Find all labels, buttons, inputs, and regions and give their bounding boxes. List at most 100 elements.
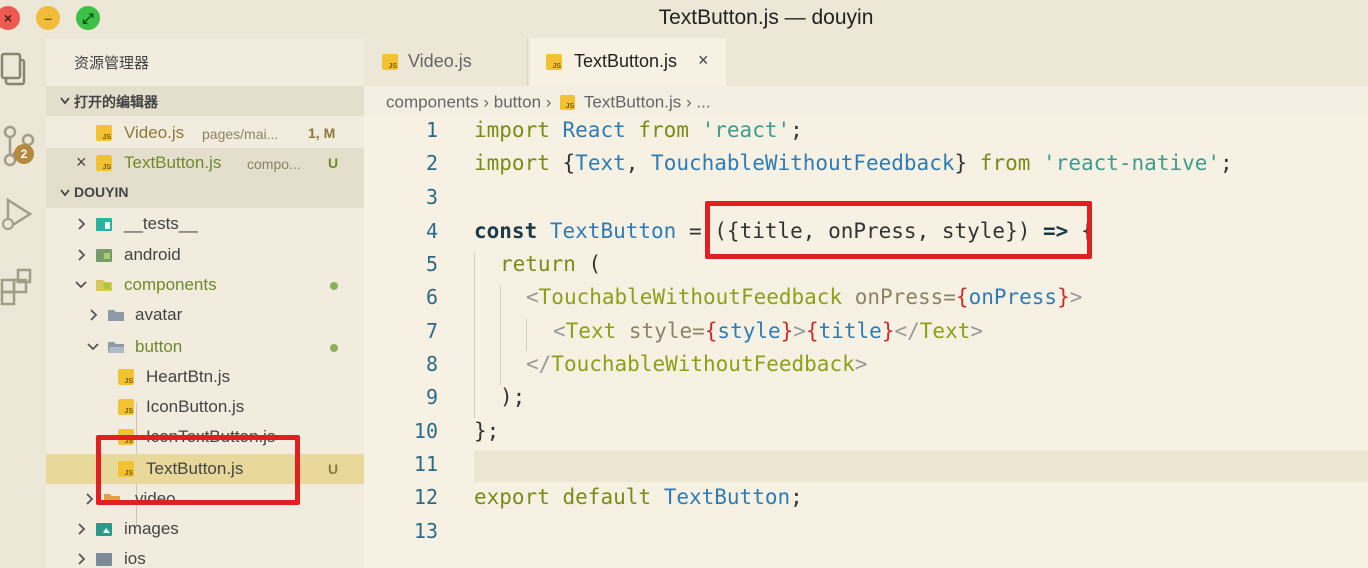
modified-dot <box>330 282 338 290</box>
activity-bar: 2 <box>0 38 46 568</box>
chevron-right-icon <box>86 493 94 505</box>
js-file-icon <box>96 155 112 171</box>
code-token: ( <box>588 252 602 276</box>
project-header[interactable]: DOUYIN <box>46 178 364 208</box>
code-line-8: </TouchableWithoutFeedback> <box>526 352 867 376</box>
code-token: { <box>955 285 969 309</box>
tree-file-iconbutton[interactable]: IconButton.js <box>46 392 364 422</box>
line-number: 3 <box>425 185 438 209</box>
tree-item-label: button <box>135 337 183 356</box>
run-debug-icon[interactable] <box>0 194 46 234</box>
tree-file-heartbtn[interactable]: HeartBtn.js <box>46 362 364 392</box>
code-token: > <box>1069 285 1083 309</box>
code-token: = <box>692 319 705 343</box>
tree-folder-button[interactable]: button <box>46 332 364 362</box>
line-number: 7 <box>425 319 438 343</box>
chevron-right-icon <box>78 218 86 230</box>
code-token: } <box>1057 285 1070 309</box>
js-file-icon <box>118 399 134 415</box>
tree-folder-tests[interactable]: __tests__ <box>46 209 364 239</box>
git-status: U <box>328 461 339 477</box>
code-token: > <box>854 352 868 376</box>
tree-item-label: HeartBtn.js <box>146 367 231 386</box>
code-editor[interactable]: 1 2 3 4 5 6 7 8 9 10 11 12 13 import Rea… <box>364 114 1368 568</box>
close-tab-icon[interactable]: × <box>698 50 709 71</box>
code-token: return <box>500 252 576 276</box>
code-token: ; <box>1220 151 1233 175</box>
ios-folder-icon <box>96 553 112 566</box>
code-line-5: return ( <box>500 252 601 276</box>
folder-icon <box>108 310 124 321</box>
code-line-2: import {Text, TouchableWithoutFeedback} … <box>474 151 1233 175</box>
indent-guide <box>474 252 475 418</box>
breadcrumb-item[interactable]: TextButton.js <box>584 93 681 112</box>
tree-folder-images[interactable]: images <box>46 514 364 544</box>
code-token: Text <box>565 319 617 343</box>
tab-video[interactable]: Video.js <box>364 38 528 86</box>
breadcrumb-item[interactable]: components <box>386 93 479 112</box>
images-folder-icon <box>96 523 112 536</box>
breadcrumb-separator: › <box>685 92 692 112</box>
extensions-icon[interactable] <box>0 266 46 306</box>
git-status: 1, M <box>308 125 336 141</box>
components-folder-open-icon <box>96 280 112 291</box>
code-token: export <box>474 485 550 509</box>
annotation-box-explorer <box>96 435 300 505</box>
chevron-right-icon <box>90 309 98 321</box>
tab-label: Video.js <box>408 51 472 71</box>
code-token: React <box>562 118 626 142</box>
line-number: 10 <box>413 419 438 443</box>
code-token: TouchableWithoutFeedback <box>651 151 955 175</box>
chevron-down-icon <box>75 281 87 289</box>
code-token: > <box>793 319 806 343</box>
code-token: Text <box>919 319 971 343</box>
indent-guide <box>500 285 501 385</box>
open-editors-header[interactable]: 打开的编辑器 <box>46 86 364 116</box>
code-token: } <box>881 319 895 343</box>
open-editor-textbutton[interactable]: × TextButton.js compo... U <box>46 148 364 178</box>
tree-item-label: __tests__ <box>124 214 198 233</box>
line-number: 9 <box>425 385 438 409</box>
breadcrumb-separator: › <box>545 92 552 112</box>
code-token: 'react' <box>701 118 791 142</box>
js-file-icon <box>560 95 576 111</box>
explorer-files-icon[interactable] <box>0 52 46 92</box>
code-token: , <box>625 151 652 175</box>
tree-folder-android[interactable]: android <box>46 240 364 270</box>
test-folder-icon <box>96 218 112 231</box>
close-icon[interactable]: × <box>76 152 87 173</box>
line-number: 6 <box>425 285 438 309</box>
open-editor-name: TextButton.js <box>124 153 222 172</box>
code-token: { <box>805 319 819 343</box>
tree-item-label: avatar <box>135 305 183 324</box>
tree-folder-components[interactable]: components <box>46 270 364 300</box>
tree-item-label: images <box>124 519 179 538</box>
code-token: { <box>562 151 576 175</box>
code-token: 'react-native' <box>1043 151 1221 175</box>
code-token: { <box>704 319 718 343</box>
code-line-1: import React from 'react'; <box>474 118 803 142</box>
code-line-9: ); <box>500 385 525 409</box>
code-line-6: <TouchableWithoutFeedback onPress={onPre… <box>526 285 1082 309</box>
tree-item-label: components <box>124 275 217 294</box>
open-editor-video[interactable]: Video.js pages/mai... 1, M <box>46 118 364 148</box>
code-token: import <box>474 118 550 142</box>
line-number: 1 <box>425 118 438 142</box>
editor-tab-bar: Video.js TextButton.js × <box>364 38 1368 86</box>
indent-guide <box>526 319 527 351</box>
tree-folder-ios[interactable]: ios <box>46 544 364 568</box>
tree-folder-avatar[interactable]: avatar <box>46 300 364 330</box>
breadcrumb-item[interactable]: button <box>494 93 541 112</box>
js-file-icon <box>546 54 562 70</box>
code-token: TouchableWithoutFeedback <box>551 352 855 376</box>
code-token: < <box>526 285 539 309</box>
code-token: } <box>780 319 794 343</box>
tab-textbutton[interactable]: TextButton.js × <box>530 38 726 86</box>
code-token: }; <box>474 419 500 443</box>
line-number: 2 <box>425 151 438 175</box>
project-label: DOUYIN <box>74 184 129 200</box>
code-token: from <box>979 151 1031 175</box>
folder-open-icon <box>108 342 124 353</box>
breadcrumb-item[interactable]: ... <box>696 93 710 112</box>
tree-item-label: android <box>124 245 181 264</box>
